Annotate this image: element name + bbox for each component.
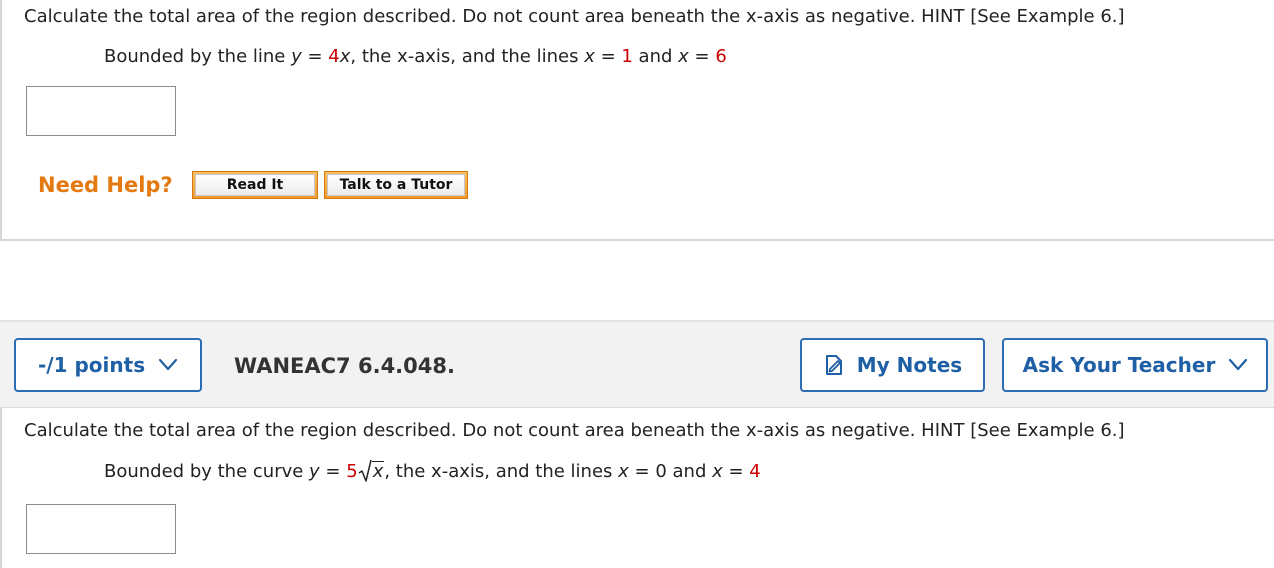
equals-sign: = <box>301 46 329 67</box>
coefficient-value: 5 <box>346 461 358 482</box>
equals-sign: = <box>594 46 622 67</box>
question-2-answer-input[interactable] <box>26 504 176 554</box>
read-it-label: Read It <box>195 174 315 196</box>
question-2-header: -/1 points WANEAC7 6.4.048. My Notes Ask… <box>0 320 1274 408</box>
lower-bound-value: 0 <box>655 461 667 482</box>
subprompt-prefix: Bounded by the line <box>104 46 292 67</box>
subprompt-middle: , the x-axis, and the lines <box>350 46 585 67</box>
points-label: -/1 points <box>38 353 146 377</box>
notes-icon <box>825 355 842 375</box>
equals-sign: = <box>722 461 750 482</box>
and-text: and <box>666 461 713 482</box>
question-id: WANEAC7 6.4.048. <box>234 354 455 378</box>
equals-sign: = <box>688 46 716 67</box>
my-notes-button[interactable]: My Notes <box>800 338 985 392</box>
question-1-answer-input[interactable] <box>26 86 176 136</box>
radicand: x <box>371 461 385 482</box>
var-x-upper: x <box>678 46 689 67</box>
question-1-subprompt: Bounded by the line y = 4x, the x-axis, … <box>104 46 727 68</box>
equals-sign: = <box>319 461 347 482</box>
question-2-subprompt: Bounded by the curve y = 5x, the x-axis,… <box>104 459 761 483</box>
equals-sign: = <box>628 461 656 482</box>
var-x-lower: x <box>618 461 629 482</box>
assignment-page: Calculate the total area of the region d… <box>0 0 1274 568</box>
var-x-upper: x <box>712 461 723 482</box>
square-root: x <box>358 459 385 483</box>
subprompt-middle: , the x-axis, and the lines <box>384 461 619 482</box>
subprompt-prefix: Bounded by the curve <box>104 461 310 482</box>
question-1-prompt: Calculate the total area of the region d… <box>24 6 1125 27</box>
var-y: y <box>309 461 320 482</box>
talk-to-tutor-button[interactable]: Talk to a Tutor <box>324 171 468 199</box>
question-1-panel: Calculate the total area of the region d… <box>0 0 1274 241</box>
ask-your-teacher-button[interactable]: Ask Your Teacher <box>1002 338 1268 392</box>
radical-sign-icon <box>358 459 372 482</box>
upper-bound-value: 6 <box>715 46 727 67</box>
question-2-panel: Calculate the total area of the region d… <box>0 408 1274 568</box>
var-x-lower: x <box>584 46 595 67</box>
chevron-down-icon <box>1229 359 1248 371</box>
talk-to-tutor-label: Talk to a Tutor <box>327 174 465 196</box>
chevron-down-icon <box>159 359 178 371</box>
upper-bound-value: 4 <box>749 461 761 482</box>
my-notes-label: My Notes <box>856 353 963 377</box>
read-it-button[interactable]: Read It <box>192 171 318 199</box>
var-x: x <box>339 46 351 67</box>
and-text: and <box>632 46 679 67</box>
question-2-prompt: Calculate the total area of the region d… <box>24 420 1125 441</box>
lower-bound-value: 1 <box>621 46 633 67</box>
coefficient-value: 4 <box>328 46 340 67</box>
need-help-label: Need Help? <box>38 173 173 197</box>
ask-your-teacher-label: Ask Your Teacher <box>1022 353 1216 377</box>
var-y: y <box>291 46 302 67</box>
points-dropdown-button[interactable]: -/1 points <box>14 338 202 392</box>
